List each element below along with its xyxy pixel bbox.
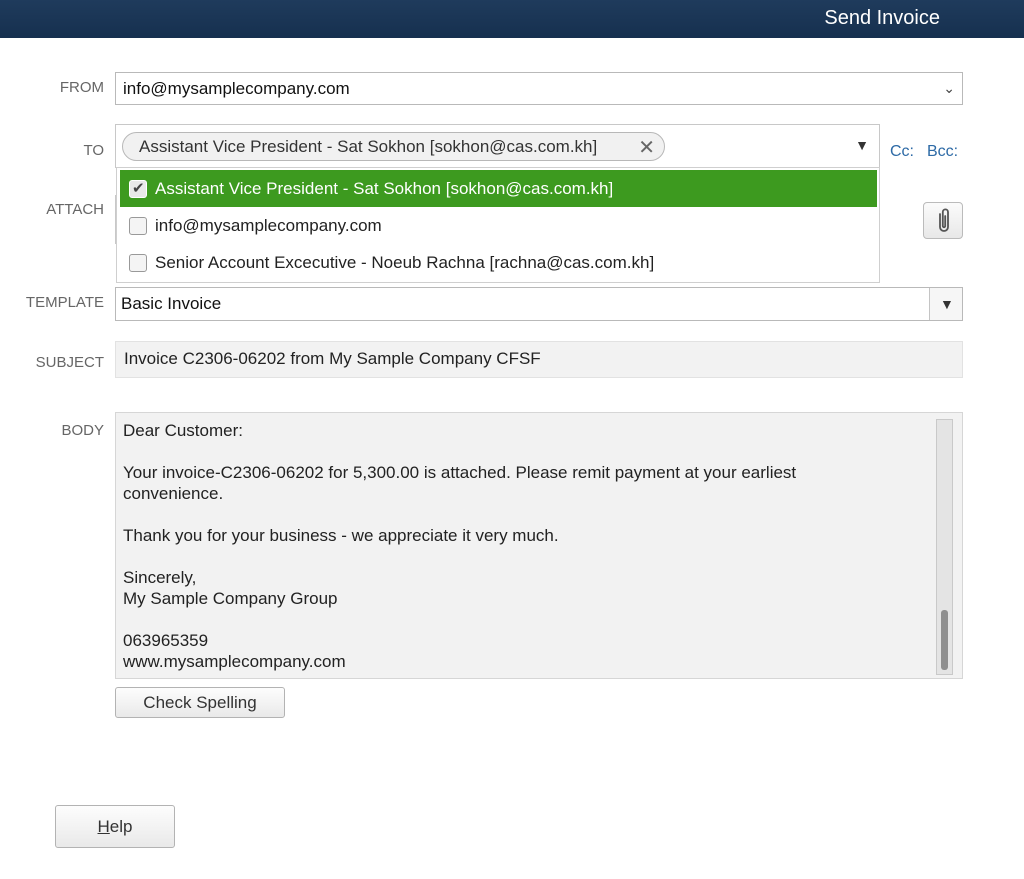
from-value: info@mysamplecompany.com (123, 79, 350, 98)
body-content: Dear Customer: Your invoice-C2306-06202 … (123, 420, 923, 672)
attach-label: ATTACH (46, 201, 104, 218)
body-line: Your invoice-C2306-06202 for 5,300.00 is… (123, 463, 797, 482)
to-recipient-field[interactable]: Assistant Vice President - Sat Sokhon [s… (115, 124, 880, 168)
help-button[interactable]: Help (55, 805, 175, 848)
body-textarea[interactable]: Dear Customer: Your invoice-C2306-06202 … (115, 412, 963, 679)
to-label: TO (83, 142, 104, 159)
recipient-option-label: Senior Account Excecutive - Noeub Rachna… (155, 253, 655, 272)
from-label: FROM (59, 79, 104, 96)
body-line: Thank you for your business - we appreci… (123, 526, 559, 545)
checkbox-checked-icon[interactable] (129, 179, 147, 198)
template-value: Basic Invoice (121, 294, 222, 313)
subject-value: Invoice C2306-06202 from My Sample Compa… (124, 349, 541, 368)
chevron-down-icon: ⌄ (943, 80, 955, 96)
recipient-option[interactable]: info@mysamplecompany.com (120, 207, 877, 244)
dropdown-arrow-icon: ▼ (940, 296, 954, 312)
subject-input[interactable]: Invoice C2306-06202 from My Sample Compa… (115, 341, 963, 378)
scrollbar-thumb[interactable] (941, 610, 948, 670)
body-scrollbar[interactable] (936, 419, 953, 675)
check-spelling-button[interactable]: Check Spelling (115, 687, 285, 718)
recipient-dropdown-list: Assistant Vice President - Sat Sokhon [s… (116, 167, 880, 283)
recipient-chip-label: Assistant Vice President - Sat Sokhon [s… (139, 137, 598, 156)
help-label: elp (109, 817, 133, 836)
recipient-option-label: info@mysamplecompany.com (155, 216, 382, 235)
body-line: 063965359 (123, 631, 209, 650)
body-line: My Sample Company Group (123, 589, 338, 608)
body-line: Dear Customer: (123, 421, 243, 440)
recipient-option-label: Assistant Vice President - Sat Sokhon [s… (155, 179, 614, 198)
body-line: www.mysamplecompany.com (123, 652, 346, 671)
template-select[interactable]: Basic Invoice ▼ (115, 287, 963, 321)
help-mnemonic: H (97, 817, 110, 836)
recipient-chip[interactable]: Assistant Vice President - Sat Sokhon [s… (122, 132, 665, 161)
template-dropdown-button[interactable]: ▼ (929, 288, 962, 320)
checkbox-icon[interactable] (129, 254, 147, 272)
recipient-option[interactable]: Senior Account Excecutive - Noeub Rachna… (120, 244, 877, 281)
subject-label: SUBJECT (35, 354, 104, 371)
dropdown-arrow-icon[interactable]: ▼ (855, 137, 869, 153)
body-line: Sincerely, (123, 568, 197, 587)
cc-link[interactable]: Cc: (890, 143, 914, 161)
window-title: Send Invoice (824, 7, 940, 29)
title-bar: Send Invoice (0, 0, 1024, 38)
close-icon[interactable]: ✕ (638, 135, 655, 160)
attach-file-button[interactable] (923, 202, 963, 239)
body-line: convenience. (123, 484, 224, 503)
template-label: TEMPLATE (25, 294, 104, 311)
bcc-link[interactable]: Bcc: (927, 143, 958, 161)
body-label: BODY (61, 422, 104, 439)
recipient-option[interactable]: Assistant Vice President - Sat Sokhon [s… (120, 170, 877, 207)
checkbox-icon[interactable] (129, 217, 147, 235)
from-select[interactable]: info@mysamplecompany.com ⌄ (115, 72, 963, 105)
paperclip-icon (939, 208, 949, 232)
